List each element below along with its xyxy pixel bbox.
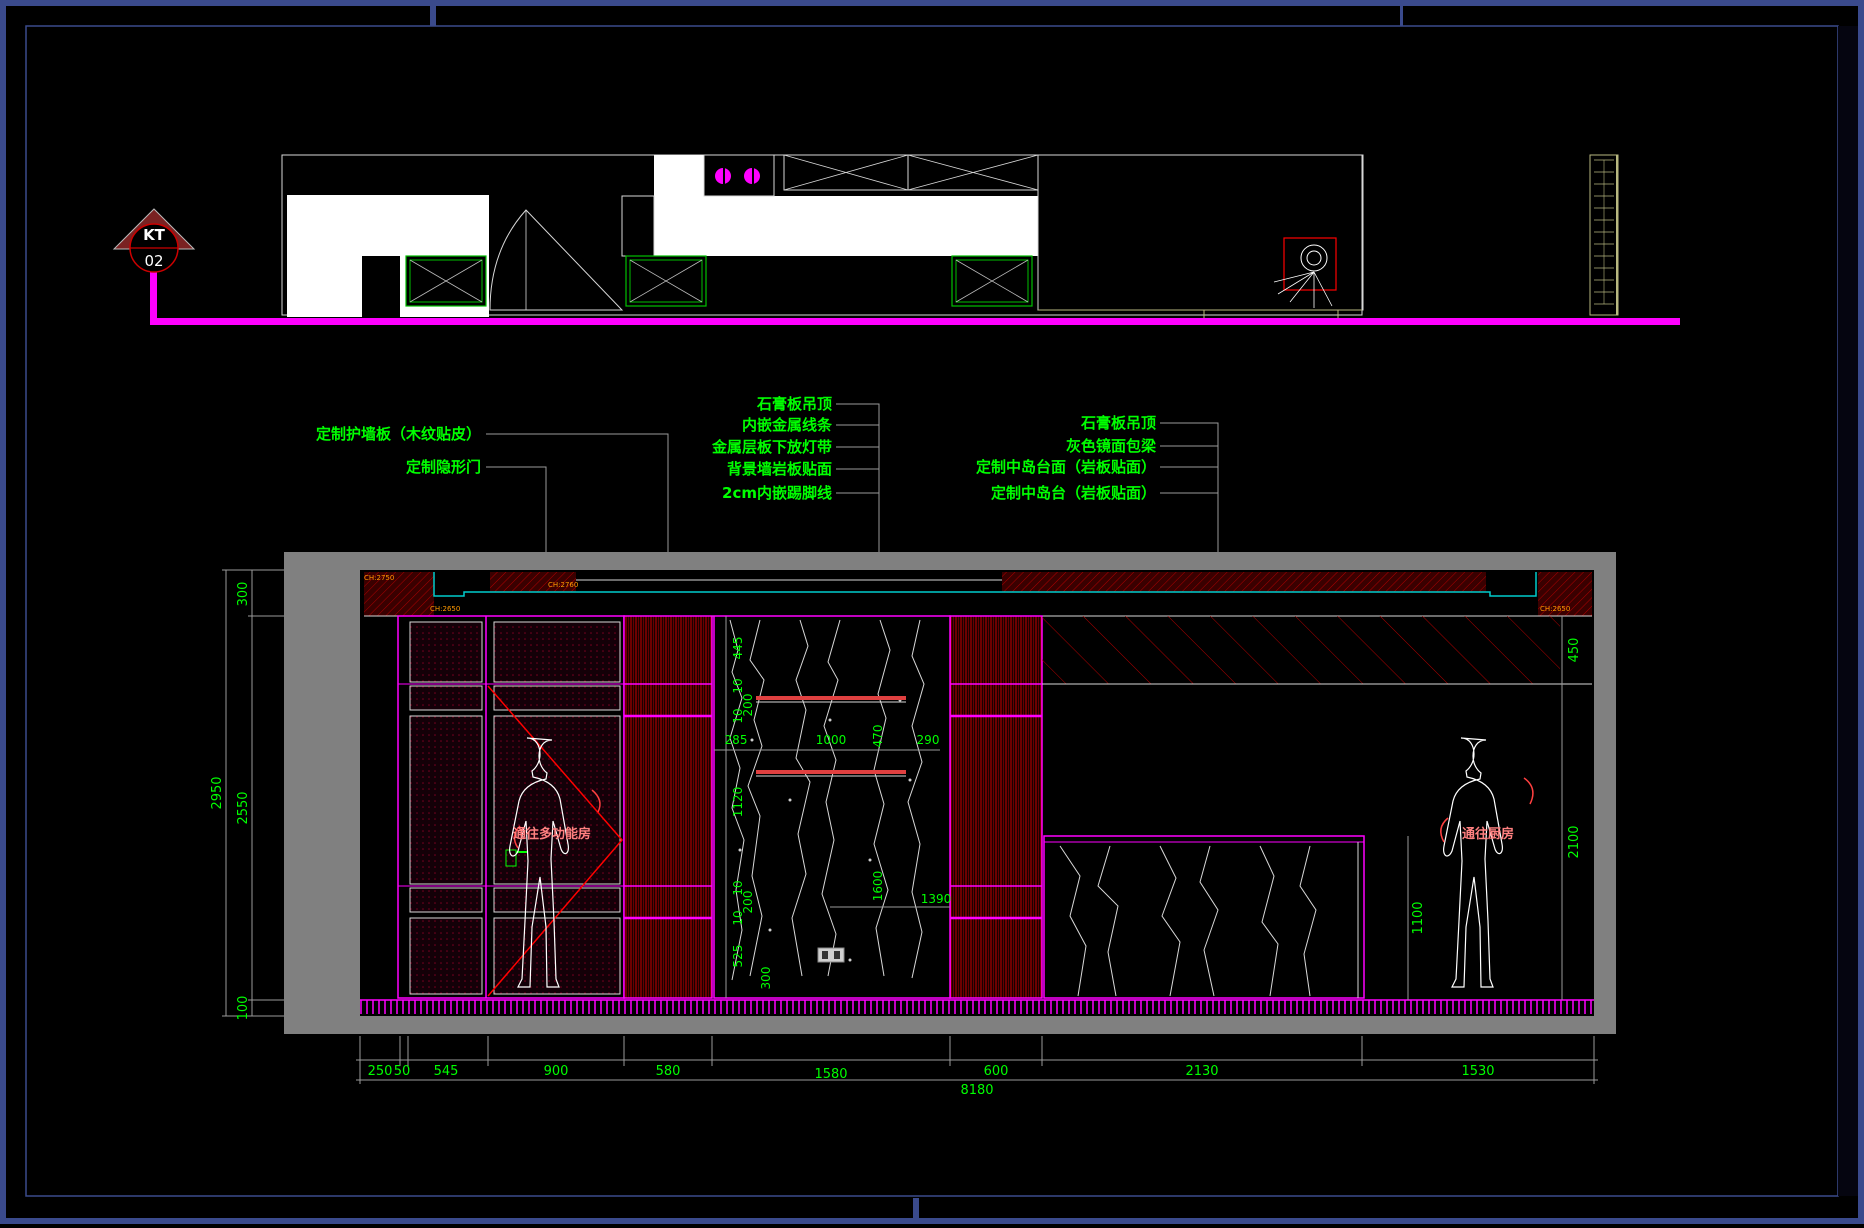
dim-1000: 1000 (816, 733, 847, 747)
left-dimensions: 300 2950 2550 100 (210, 569, 284, 1021)
dim-525: 525 (731, 945, 745, 968)
label-led-strip: 金属层板下放灯带 (711, 438, 832, 456)
dim-200: 200 (741, 891, 755, 914)
room-label-kitchen: 通往厨房 (1462, 826, 1514, 842)
dim-2100: 2100 (1567, 825, 1582, 858)
label-metal-strip: 内嵌金属线条 (742, 416, 833, 434)
label-gypsum-ceiling: 石膏板吊顶 (756, 395, 832, 413)
ceiling-height-tag: CH:2650 (1540, 605, 1570, 613)
dim-470: 470 (871, 725, 885, 748)
dim-580: 580 (656, 1064, 681, 1079)
dim-1390: 1390 (921, 892, 952, 906)
room-label-multifunction: 通往多功能房 (513, 826, 591, 842)
dim-100: 100 (236, 996, 251, 1021)
dim-10: 10 (731, 678, 745, 693)
dim-2950: 2950 (210, 776, 225, 809)
cad-drawing-canvas[interactable]: KT 02 定制护墙板（木纹贴皮） 定制隐形门 石膏板吊顶 内嵌金属线条 金属层… (0, 0, 1864, 1224)
dim-200: 200 (741, 694, 755, 717)
dim-2130: 2130 (1185, 1064, 1218, 1079)
bottom-dimensions: 250 50 545 900 580 1580 600 2130 1530 81… (356, 1036, 1598, 1098)
label-island: 定制中岛台（岩板贴面） (991, 484, 1156, 502)
label-mirror-beam: 灰色镜面包梁 (1066, 437, 1157, 455)
dim-300: 300 (759, 967, 773, 990)
dim-1100: 1100 (1411, 901, 1426, 934)
dim-1120: 1120 (731, 787, 745, 818)
dim-900: 900 (544, 1064, 569, 1079)
dim-50: 50 (394, 1064, 411, 1079)
marker-top-text: KT (143, 226, 166, 244)
dim-600: 600 (984, 1064, 1009, 1079)
dim-1600: 1600 (871, 871, 885, 902)
label-hidden-door: 定制隐形门 (406, 458, 481, 476)
label-stone-slab: 背景墙岩板贴面 (727, 460, 832, 478)
dim-1530: 1530 (1461, 1064, 1494, 1079)
dim-285: 285 (725, 733, 748, 747)
dim-250: 250 (368, 1064, 393, 1079)
dim-300: 300 (236, 582, 251, 607)
floor-plan-view (281, 154, 1619, 320)
marker-bottom-text: 02 (144, 252, 163, 270)
dim-290: 290 (917, 733, 940, 747)
dim-445: 445 (731, 637, 745, 660)
dim-1580: 1580 (814, 1067, 847, 1082)
ceiling-height-tag: CH:2760 (548, 581, 578, 589)
dim-545: 545 (434, 1064, 459, 1079)
label-skirting: 2cm内嵌踢脚线 (722, 484, 832, 502)
dim-total: 8180 (960, 1083, 993, 1098)
label-wall-panel: 定制护墙板（木纹贴皮） (316, 425, 481, 443)
dim-450: 450 (1567, 638, 1582, 663)
ceiling-height-tag: CH:2650 (430, 605, 460, 613)
elevation-view: CH:2750 CH:2650 CH:2760 CH:2650 通往多功能房 通… (284, 552, 1616, 1034)
elevation-drawing: KT 02 定制护墙板（木纹贴皮） 定制隐形门 石膏板吊顶 内嵌金属线条 金属层… (0, 0, 1864, 1224)
label-gypsum-ceiling-2: 石膏板吊顶 (1080, 414, 1156, 432)
dim-2550: 2550 (236, 791, 251, 824)
label-island-top: 定制中岛台面（岩板贴面） (976, 458, 1156, 476)
section-marker[interactable]: KT 02 (112, 208, 196, 273)
ceiling-height-tag: CH:2750 (364, 574, 394, 582)
